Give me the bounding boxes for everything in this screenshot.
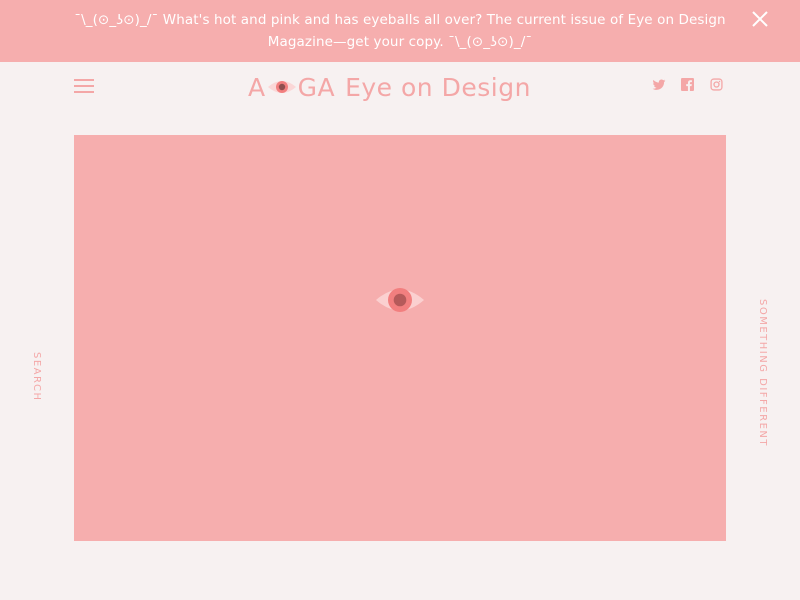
search-link[interactable]: SEARCH: [31, 352, 42, 401]
logo-eye-icon: [267, 81, 296, 93]
logo-letter-a: A: [248, 72, 266, 102]
hero-image[interactable]: [74, 135, 726, 541]
twitter-icon[interactable]: [652, 78, 666, 94]
something-different-link[interactable]: SOMETHING DIFFERENT: [757, 299, 768, 447]
logo-wordmark: Eye on Design: [345, 72, 531, 102]
site-logo[interactable]: A GA Eye on Design: [248, 70, 531, 104]
close-icon[interactable]: [750, 9, 770, 29]
instagram-icon[interactable]: [710, 78, 723, 94]
logo-letters-ga: GA: [297, 72, 336, 102]
banner-message[interactable]: ¯\_(⊙_ʖ⊙)_/¯ What's hot and pink and has…: [40, 9, 760, 53]
announcement-banner: ¯\_(⊙_ʖ⊙)_/¯ What's hot and pink and has…: [0, 0, 800, 62]
facebook-icon[interactable]: [681, 78, 694, 94]
hamburger-menu-icon[interactable]: [74, 79, 94, 93]
eye-icon: [376, 288, 424, 312]
